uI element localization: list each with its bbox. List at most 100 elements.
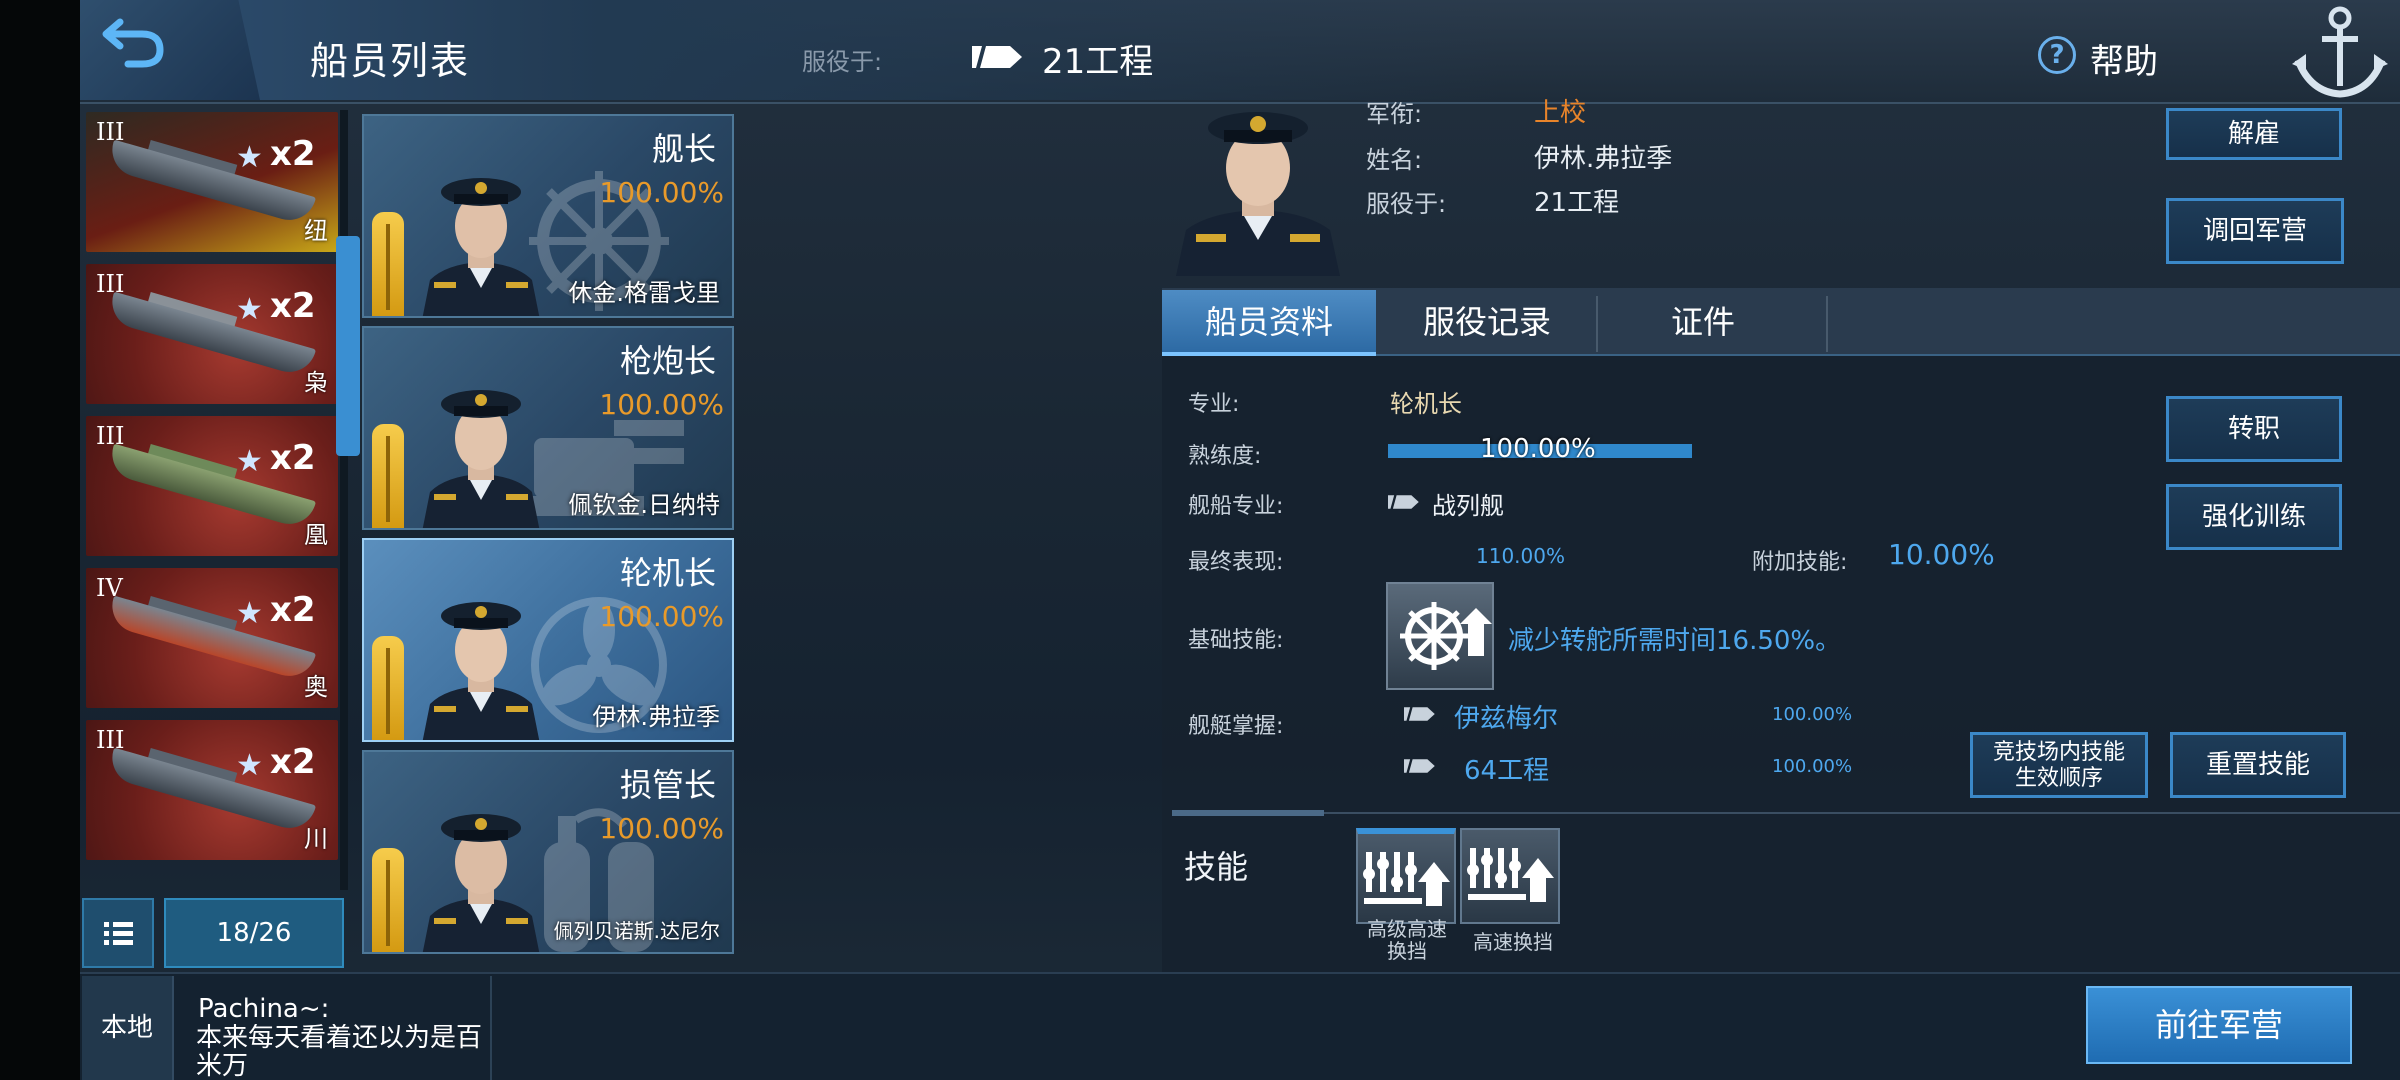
star-icon: ★ bbox=[236, 596, 263, 631]
ship-card[interactable]: III ★ x2 川 bbox=[86, 720, 338, 860]
crew-counter[interactable]: 18/26 bbox=[164, 898, 344, 968]
mastery-ship-name: 64工程 bbox=[1464, 756, 1550, 786]
arena-skill-order-line1: 竞技场内技能 bbox=[1992, 740, 2125, 765]
arena-skill-order-line2: 生效顺序 bbox=[2014, 766, 2103, 791]
base-skill-label: 基础技能: bbox=[1188, 628, 1284, 653]
name-value: 伊林.弗拉季 bbox=[1534, 144, 1673, 174]
gear-shift-skill-icon bbox=[1467, 848, 1554, 902]
ship-tier: III bbox=[96, 118, 125, 146]
base-skill-desc: 减少转舵所需时间16.50%。 bbox=[1508, 626, 1842, 656]
ship-name: 奥 bbox=[304, 673, 328, 701]
ship-name: 枭 bbox=[304, 369, 328, 397]
ship-card[interactable]: III ★ x2 枭 bbox=[86, 264, 338, 404]
crew-card-gunnery[interactable]: 枪炮长 100.00% 佩钦金.日纳特 bbox=[362, 326, 734, 530]
skills-title: 技能 bbox=[1184, 848, 1249, 886]
service-ship-name: 21工程 bbox=[1042, 42, 1154, 82]
ship-count: x2 bbox=[270, 590, 316, 630]
specialty-value: 轮机长 bbox=[1390, 390, 1462, 418]
crew-name: 休金.格雷戈里 bbox=[568, 279, 720, 307]
ship-card[interactable]: III ★ x2 纽 bbox=[86, 112, 338, 252]
go-to-barracks-button[interactable]: 前往军营 bbox=[2086, 986, 2352, 1064]
skill-caption-line1: 高级高速 bbox=[1367, 917, 1447, 941]
ship-tier: III bbox=[96, 422, 125, 450]
crew-role: 枪炮长 bbox=[619, 342, 716, 380]
crew-portrait bbox=[422, 178, 540, 316]
page-title: 船员列表 bbox=[310, 39, 471, 83]
service-label: 服役于: bbox=[1366, 190, 1447, 218]
chat-username: Pachina~: bbox=[198, 994, 330, 1024]
rank-value: 上校 bbox=[1534, 98, 1587, 128]
training-button[interactable]: 强化训练 bbox=[2166, 484, 2342, 550]
ship-tier: III bbox=[96, 726, 125, 754]
dismiss-button[interactable]: 解雇 bbox=[2166, 108, 2342, 160]
ship-tier: IV bbox=[96, 574, 123, 602]
help-icon[interactable]: ? bbox=[2038, 36, 2076, 74]
tab-crew-info[interactable]: 船员资料 bbox=[1162, 290, 1376, 356]
skill-slot[interactable] bbox=[1460, 828, 1560, 924]
star-icon: ★ bbox=[236, 292, 263, 327]
selected-crew-portrait bbox=[1176, 112, 1340, 276]
ship-card[interactable]: III ★ x2 凰 bbox=[86, 416, 338, 556]
ship-spec-label: 舰船专业: bbox=[1188, 494, 1284, 519]
rank-insignia bbox=[372, 848, 404, 952]
ship-list[interactable]: III ★ x2 纽 III ★ x2 枭 III ★ x2 凰 IV ★ x2 bbox=[80, 108, 356, 888]
battleship-class-icon bbox=[1404, 707, 1435, 721]
crew-role: 损管长 bbox=[619, 766, 716, 804]
ship-count: x2 bbox=[270, 742, 316, 782]
ship-name: 凰 bbox=[304, 521, 328, 549]
ship-tier: III bbox=[96, 270, 125, 298]
name-label: 姓名: bbox=[1366, 146, 1423, 174]
crew-name: 佩列贝诺斯.达尼尔 bbox=[553, 919, 720, 943]
skills-divider bbox=[1172, 812, 2400, 814]
ship-card[interactable]: IV ★ x2 奥 bbox=[86, 568, 338, 708]
extra-skill-value: 10.00% bbox=[1888, 538, 1995, 571]
skill-caption: 高速换挡 bbox=[1473, 930, 1553, 954]
star-icon: ★ bbox=[236, 444, 263, 479]
crew-portrait bbox=[422, 602, 540, 740]
mastery-ship-value: 100.00% bbox=[1772, 704, 1853, 725]
back-arrow-icon[interactable] bbox=[98, 12, 170, 72]
recall-barracks-button[interactable]: 调回军营 bbox=[2166, 198, 2344, 264]
arena-skill-order-button[interactable]: 竞技场内技能 生效顺序 bbox=[1970, 732, 2148, 798]
crew-percent: 100.00% bbox=[599, 600, 724, 633]
rank-insignia bbox=[372, 212, 404, 316]
chat-separator bbox=[490, 976, 492, 1080]
help-label[interactable]: 帮助 bbox=[2090, 34, 2158, 83]
ship-count: x2 bbox=[270, 134, 316, 174]
skill-slot[interactable] bbox=[1356, 828, 1456, 924]
crew-card-damage-control[interactable]: 损管长 100.00% 佩列贝诺斯.达尼尔 bbox=[362, 750, 734, 954]
transfer-button[interactable]: 转职 bbox=[2166, 396, 2342, 462]
ship-name: 纽 bbox=[304, 217, 328, 245]
battleship-class-icon bbox=[1404, 759, 1435, 773]
mastery-label: 舰艇掌握: bbox=[1188, 714, 1284, 739]
service-label: 服役于: bbox=[802, 48, 883, 76]
crew-portrait bbox=[422, 814, 540, 952]
reset-skills-button[interactable]: 重置技能 bbox=[2170, 732, 2346, 798]
chat-message[interactable]: 本来每天看着还以为是百米万 bbox=[196, 1024, 486, 1080]
crew-role: 舰长 bbox=[651, 130, 716, 168]
skill-caption-line2: 换挡 bbox=[1387, 939, 1427, 963]
gear-shift-skill-icon bbox=[1363, 852, 1450, 906]
ship-list-scroll-thumb[interactable] bbox=[336, 236, 360, 456]
crew-card-engineer[interactable]: 轮机长 100.00% 伊林.弗拉季 bbox=[362, 538, 734, 742]
ship-list-scroll-track[interactable] bbox=[340, 110, 348, 890]
battleship-class-icon bbox=[1388, 495, 1419, 509]
specialty-label: 专业: bbox=[1188, 392, 1240, 417]
tab-certificates[interactable]: 证件 bbox=[1600, 290, 1806, 356]
tab-service-record[interactable]: 服役记录 bbox=[1380, 290, 1594, 356]
proficiency-value: 100.00% bbox=[1480, 434, 1596, 464]
rank-label: 军衔: bbox=[1366, 100, 1423, 128]
anchor-icon[interactable] bbox=[2288, 0, 2392, 104]
list-view-button[interactable] bbox=[82, 898, 154, 968]
tab-divider bbox=[1826, 296, 1828, 352]
crew-card-captain[interactable]: 舰长 100.00% 休金.格雷戈里 bbox=[362, 114, 734, 318]
rank-insignia bbox=[372, 636, 404, 740]
crew-percent: 100.00% bbox=[599, 176, 724, 209]
skills-divider-highlight bbox=[1172, 810, 1324, 816]
final-perf-label: 最终表现: bbox=[1188, 550, 1284, 575]
left-edge bbox=[0, 0, 80, 1080]
base-skill-icon-box[interactable] bbox=[1386, 582, 1494, 690]
chat-channel-local[interactable]: 本地 bbox=[82, 976, 174, 1080]
crew-name: 伊林.弗拉季 bbox=[592, 703, 720, 731]
service-value: 21工程 bbox=[1534, 188, 1620, 218]
